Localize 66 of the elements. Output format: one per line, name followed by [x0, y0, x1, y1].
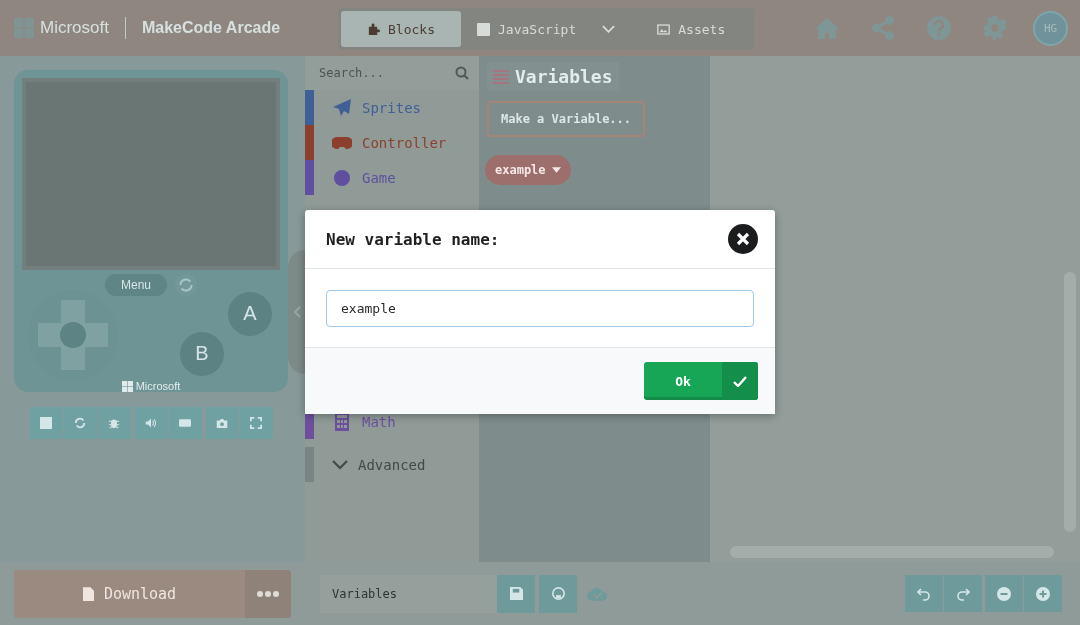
image-icon [657, 22, 671, 36]
speaker-icon [145, 417, 157, 429]
zoom-in-button[interactable] [1024, 575, 1062, 612]
file-download-icon [82, 586, 94, 601]
make-variable-button[interactable]: Make a Variable... [487, 101, 646, 137]
restart-button[interactable] [63, 407, 97, 439]
js-file-icon [477, 22, 490, 36]
advanced-category[interactable]: Advanced [305, 447, 479, 482]
undo-button[interactable] [905, 575, 943, 612]
save-button[interactable] [497, 574, 535, 613]
cloud-check-icon [587, 586, 608, 601]
flyout-title: Variables [515, 66, 613, 87]
save-icon [509, 587, 523, 600]
category-item[interactable]: Controller [305, 125, 479, 160]
checkmark-icon [733, 375, 747, 387]
calculator-icon [332, 411, 352, 432]
category-item[interactable]: Sprites [305, 90, 479, 125]
microsoft-logo-icon [121, 380, 133, 392]
debug-button[interactable] [97, 407, 131, 439]
bug-icon [108, 417, 120, 429]
zoom-out-button[interactable] [985, 575, 1023, 612]
more-icon [257, 590, 279, 597]
puzzle-icon [367, 22, 380, 36]
download-button[interactable]: Download [14, 569, 245, 618]
chevron-down-icon [602, 25, 616, 33]
paper-plane-icon [332, 97, 352, 118]
b-button[interactable]: B [180, 331, 224, 376]
chevron-down-icon [332, 459, 348, 470]
category-item[interactable]: Game [305, 160, 479, 195]
console-brand: Microsoft [22, 380, 280, 392]
github-icon [551, 587, 565, 600]
keyboard-icon [179, 417, 191, 429]
dialog-title: New variable name: [326, 229, 500, 249]
list-icon [493, 69, 509, 84]
editor-tab[interactable]: Blocks [341, 11, 461, 47]
ok-button[interactable]: Ok [644, 362, 758, 400]
stop-icon [40, 417, 52, 429]
dropdown-icon [551, 167, 561, 173]
fullscreen-button[interactable] [239, 407, 273, 439]
undo-icon [917, 586, 931, 601]
search-icon [455, 66, 469, 80]
screenshot-button[interactable] [205, 407, 239, 439]
redo-icon [956, 586, 970, 601]
fullscreen-icon [250, 417, 262, 429]
editor-tab[interactable]: Assets [631, 11, 752, 47]
sound-button[interactable] [134, 407, 168, 439]
restart-icon [74, 417, 86, 429]
brand-name: Microsoft [40, 18, 109, 38]
close-icon[interactable] [728, 224, 758, 254]
stop-button[interactable] [29, 407, 63, 439]
variable-block[interactable]: example [485, 155, 571, 185]
collapse-handle[interactable] [288, 250, 305, 374]
zoom-out-icon [997, 586, 1011, 601]
a-button[interactable]: A [228, 291, 272, 336]
keyboard-button[interactable] [168, 407, 202, 439]
more-button[interactable] [245, 569, 291, 618]
github-button[interactable] [539, 574, 577, 613]
product-name[interactable]: MakeCode Arcade [141, 19, 281, 37]
circle-icon [332, 167, 352, 188]
zoom-in-icon [1036, 586, 1050, 601]
editor-tab[interactable]: JavaScript [461, 11, 632, 47]
project-name-input[interactable]: Variables [320, 574, 497, 613]
menu-button[interactable]: Menu [105, 273, 167, 296]
camera-icon [216, 417, 228, 429]
redo-button[interactable] [944, 575, 982, 612]
variable-name-input[interactable]: example [326, 290, 754, 327]
